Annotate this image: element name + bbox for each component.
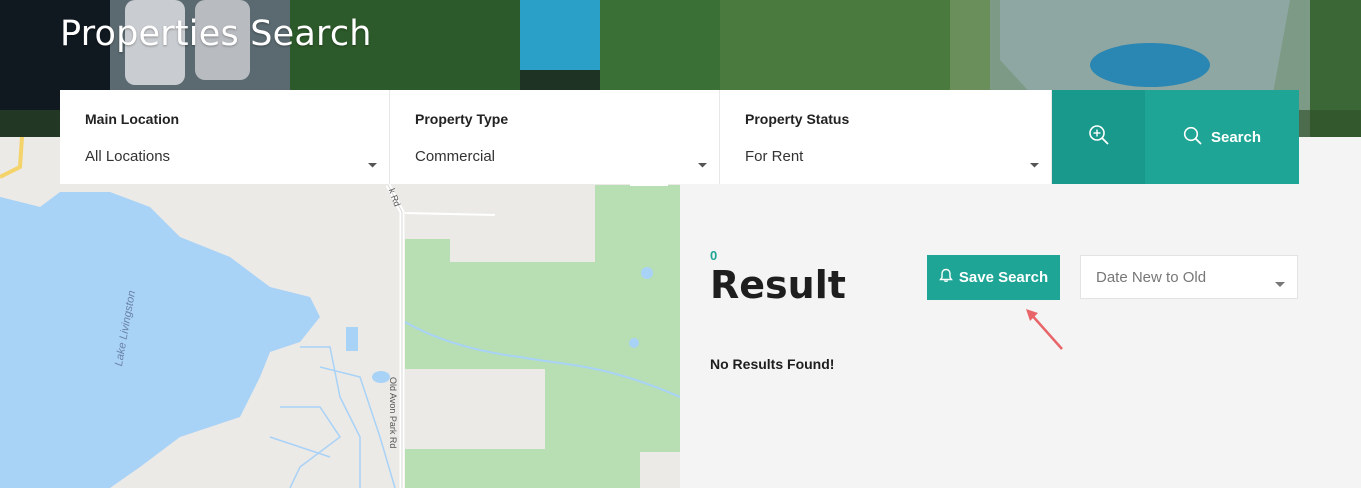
save-search-button[interactable]: Save Search [927, 255, 1060, 300]
chevron-down-icon [698, 155, 707, 173]
main-location-label: Main Location [85, 111, 180, 127]
results-panel: 0 Result Save Search Date New to Old No … [680, 185, 1361, 488]
property-type-label: Property Type [415, 111, 509, 127]
empty-message: No Results Found! [710, 356, 835, 372]
property-status-select[interactable]: Property Status For Rent [720, 90, 1052, 184]
save-search-label: Save Search [958, 269, 1049, 286]
property-type-value: Commercial [415, 148, 496, 165]
results-heading: Result [710, 263, 846, 307]
page-title: Properties Search [60, 14, 372, 54]
map-view[interactable]: Lake Livingston Old Avon Park Rd k Rd [0, 137, 680, 488]
search-button[interactable]: Search [1145, 90, 1299, 184]
chevron-down-icon [1275, 275, 1285, 292]
advanced-search-button[interactable] [1052, 90, 1145, 184]
search-button-label: Search [1210, 128, 1262, 146]
property-status-label: Property Status [745, 111, 850, 127]
zoom-plus-icon [1088, 124, 1110, 151]
property-status-value: For Rent [745, 148, 804, 165]
map-canvas[interactable] [0, 137, 680, 488]
annotation-arrow-icon [1026, 309, 1063, 350]
property-type-select[interactable]: Property Type Commercial [390, 90, 720, 184]
main-location-select[interactable]: Main Location All Locations [60, 90, 390, 184]
main-location-value: All Locations [85, 148, 171, 165]
sort-select[interactable]: Date New to Old [1080, 255, 1298, 299]
search-form: Main Location All Locations Property Typ… [60, 90, 1299, 184]
search-icon [1183, 126, 1202, 149]
result-count: 0 [710, 248, 718, 263]
chevron-down-icon [368, 155, 377, 173]
sort-value: Date New to Old [1096, 268, 1207, 286]
chevron-down-icon [1030, 155, 1039, 173]
bell-icon [938, 268, 953, 287]
road-label: Old Avon Park Rd [388, 377, 398, 449]
